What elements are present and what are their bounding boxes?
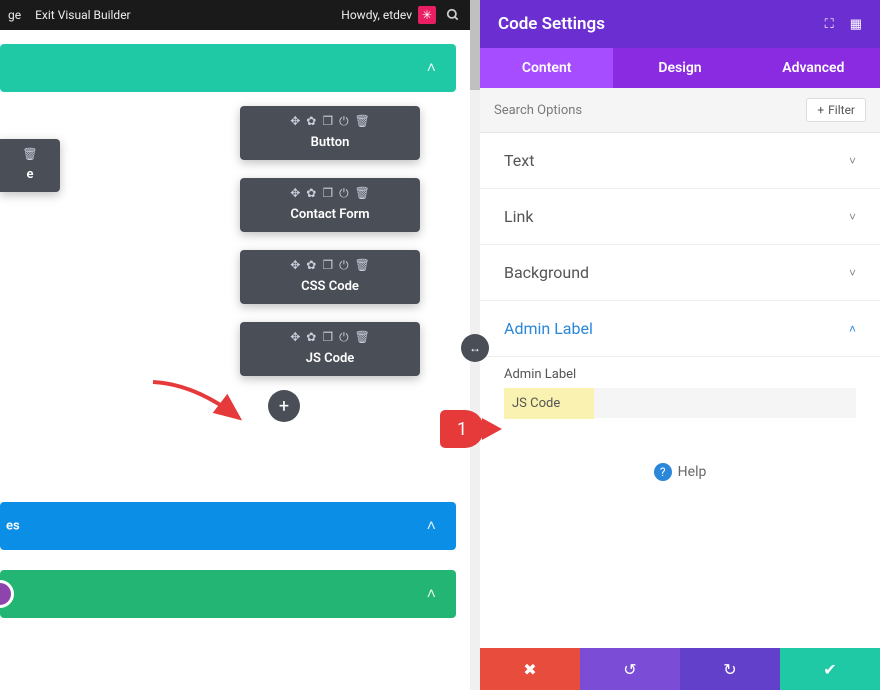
search-options-input[interactable]: Search Options [494,103,806,118]
help-icon: ? [654,463,672,481]
module-block-contact-form[interactable]: ✥ ✿ ❐ ⏻ 🗑 Contact Form [240,178,420,232]
search-icon[interactable] [444,6,462,24]
module-label: Contact Form [240,207,420,222]
module-block-css-code[interactable]: ✥ ✿ ❐ ⏻ 🗑 CSS Code [240,250,420,304]
move-icon[interactable]: ✥ [290,258,300,273]
howdy-greeting[interactable]: Howdy, etdev [341,8,412,22]
input-remainder[interactable] [594,388,856,418]
duplicate-icon[interactable]: ❐ [322,186,333,201]
save-button[interactable]: ✔ [780,648,880,690]
grid-icon[interactable]: ▦ [850,17,862,32]
gear-icon[interactable]: ✿ [306,114,316,129]
avatar-icon[interactable]: ✳ [418,6,436,24]
chevron-down-icon: ˅ [849,154,856,168]
module-label: JS Code [240,351,420,366]
trash-icon[interactable]: 🗑 [22,147,37,161]
move-icon[interactable]: ✥ [290,114,300,129]
section-bar-teal[interactable]: ˄ [0,44,456,92]
chevron-up-icon[interactable]: ˄ [427,516,436,536]
duplicate-icon[interactable]: ❐ [322,114,333,129]
builder-canvas: ge Exit Visual Builder Howdy, etdev ✳ ˄ … [0,0,470,690]
gear-icon[interactable]: ✿ [306,258,316,273]
module-block-button[interactable]: ✥ ✿ ❐ ⏻ 🗑 Button [240,106,420,160]
admin-label-field-label: Admin Label [480,357,880,384]
trash-icon[interactable]: 🗑 [355,258,370,273]
settings-panel: Code Settings ⛶ ▦ Content Design Advance… [480,0,880,690]
chevron-up-icon: ˄ [849,322,856,336]
tab-advanced[interactable]: Advanced [747,48,880,88]
undo-button[interactable]: ↺ [580,648,680,690]
trash-icon[interactable]: 🗑 [355,330,370,345]
admin-label-input[interactable] [504,388,594,419]
wp-admin-bar: ge Exit Visual Builder Howdy, etdev ✳ [0,0,470,30]
section-label-fragment: es [6,519,20,534]
duplicate-icon[interactable]: ❐ [322,330,333,345]
module-block-js-code[interactable]: ✥ ✿ ❐ ⏻ 🗑 JS Code [240,322,420,376]
gear-icon[interactable]: ✿ [306,186,316,201]
module-label-partial: e [0,167,60,182]
module-label: CSS Code [240,279,420,294]
trash-icon[interactable]: 🗑 [355,186,370,201]
admin-nav-fragment[interactable]: ge [8,8,21,22]
add-module-button[interactable]: + [268,390,300,422]
option-link[interactable]: Link ˅ [480,189,880,245]
power-icon[interactable]: ⏻ [339,258,349,273]
chevron-down-icon: ˅ [849,210,856,224]
panel-title: Code Settings [498,14,825,34]
row-handle-icon[interactable] [0,580,14,608]
module-label: Button [240,135,420,150]
filter-button[interactable]: +Filter [806,98,866,122]
duplicate-icon[interactable]: ❐ [322,258,333,273]
exit-vb-button[interactable]: Exit Visual Builder [35,8,131,22]
power-icon[interactable]: ⏻ [339,186,349,201]
move-icon[interactable]: ✥ [290,186,300,201]
power-icon[interactable]: ⏻ [339,114,349,129]
chevron-up-icon[interactable]: ˄ [427,584,436,604]
option-background[interactable]: Background ˅ [480,245,880,301]
expand-icon[interactable]: ⛶ [825,17,834,32]
annotation-arrow [145,374,255,434]
option-text[interactable]: Text ˅ [480,133,880,189]
section-bar-blue[interactable]: es ˄ [0,502,456,550]
chevron-down-icon: ˅ [849,266,856,280]
scrollbar-thumb[interactable] [470,0,480,90]
chevron-up-icon[interactable]: ˄ [427,58,436,78]
module-block-partial[interactable]: 🗑 e [0,139,60,192]
option-admin-label[interactable]: Admin Label ˄ [480,301,880,357]
panel-resize-handle[interactable]: ↔ [461,334,489,362]
section-bar-green[interactable]: ˄ [0,570,456,618]
cancel-button[interactable]: ✖ [480,648,580,690]
tab-content[interactable]: Content [480,48,613,88]
power-icon[interactable]: ⏻ [339,330,349,345]
gear-icon[interactable]: ✿ [306,330,316,345]
help-link[interactable]: ?Help [480,437,880,505]
trash-icon[interactable]: 🗑 [355,114,370,129]
tab-design[interactable]: Design [613,48,746,88]
move-icon[interactable]: ✥ [290,330,300,345]
redo-button[interactable]: ↻ [680,648,780,690]
